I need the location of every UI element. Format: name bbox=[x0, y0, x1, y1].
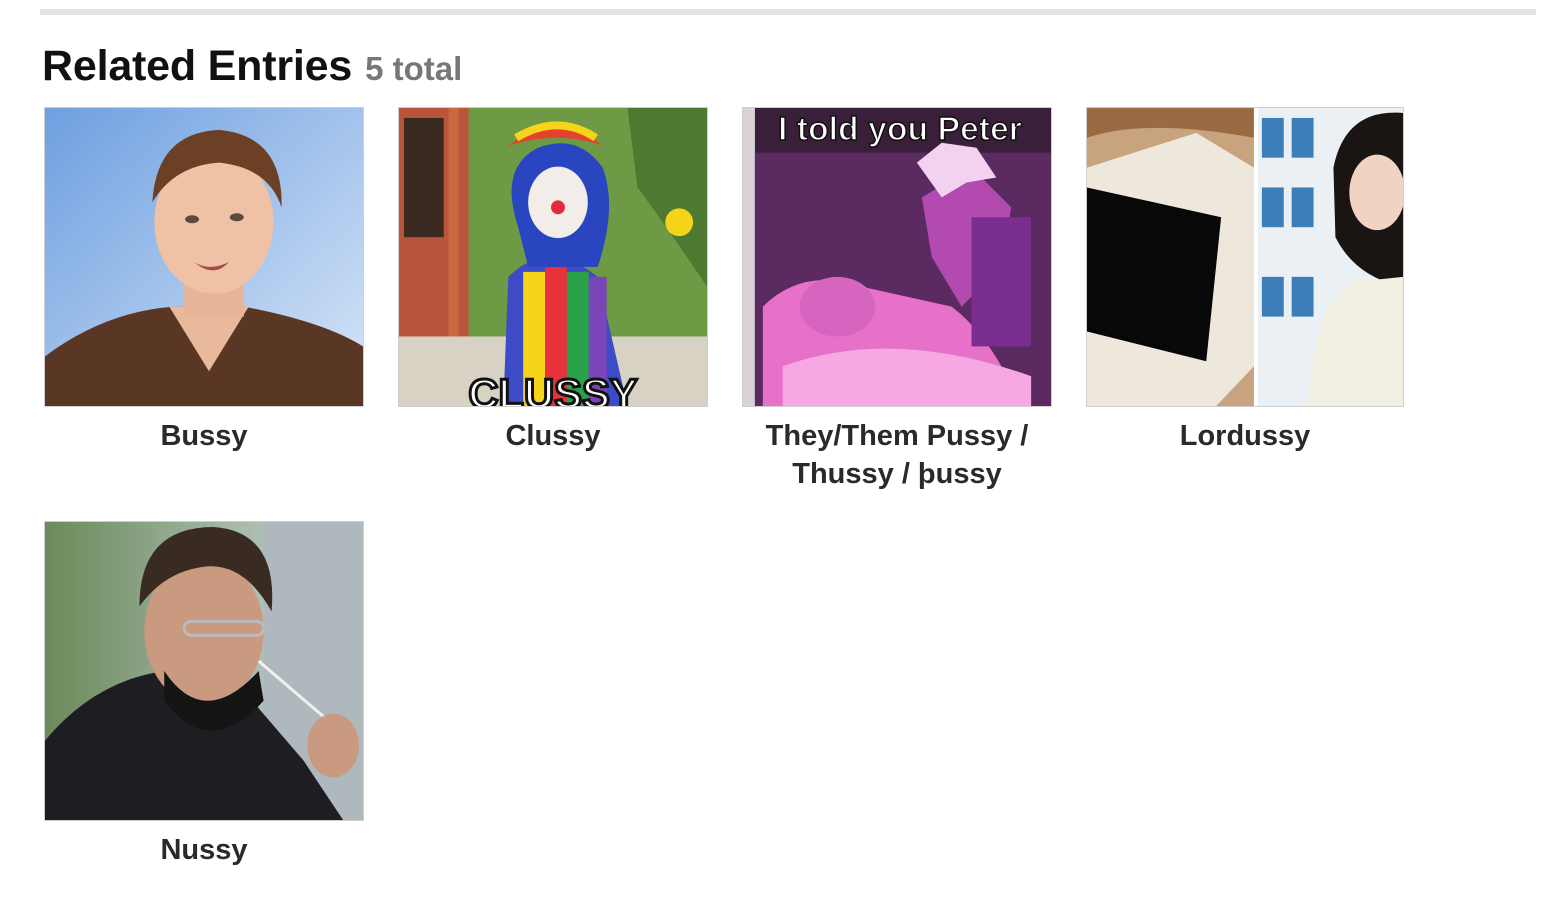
entry-thumbnail[interactable] bbox=[44, 521, 364, 821]
entry-title[interactable]: They/Them Pussy / Thussy / þussy bbox=[742, 417, 1052, 493]
entry-title[interactable]: Lordussy bbox=[1086, 417, 1404, 455]
entry-title[interactable]: Bussy bbox=[44, 417, 364, 455]
section-heading: Related Entries 5 total bbox=[42, 42, 462, 92]
related-entry-they-them-pussy[interactable]: I told you Peter They/Them Pussy / Thuss… bbox=[742, 107, 1052, 493]
section-title: Related Entries bbox=[42, 42, 353, 90]
image-caption: CLUSSY bbox=[468, 370, 637, 406]
section-divider bbox=[40, 9, 1536, 15]
related-entry-bussy[interactable]: Bussy bbox=[44, 107, 364, 455]
entry-thumbnail[interactable] bbox=[1086, 107, 1404, 407]
entry-title[interactable]: Clussy bbox=[398, 417, 708, 455]
portrait-photo-icon bbox=[45, 522, 363, 820]
entry-thumbnail[interactable] bbox=[44, 107, 364, 407]
meme-image-icon: I told you Peter bbox=[743, 108, 1051, 406]
entry-count: 5 total bbox=[365, 50, 463, 87]
entry-thumbnail[interactable]: I told you Peter bbox=[742, 107, 1052, 407]
portrait-photo-icon bbox=[45, 108, 363, 406]
entry-title[interactable]: Nussy bbox=[44, 831, 364, 869]
image-caption: I told you Peter bbox=[778, 110, 1022, 148]
related-entry-nussy[interactable]: Nussy bbox=[44, 521, 364, 869]
related-entry-lordussy[interactable]: Lordussy bbox=[1086, 107, 1404, 455]
entry-thumbnail[interactable]: CLUSSY bbox=[398, 107, 708, 407]
clown-costume-photo-icon: CLUSSY bbox=[399, 108, 707, 406]
related-entry-clussy[interactable]: CLUSSY Clussy bbox=[398, 107, 708, 455]
split-photo-icon bbox=[1087, 108, 1403, 406]
